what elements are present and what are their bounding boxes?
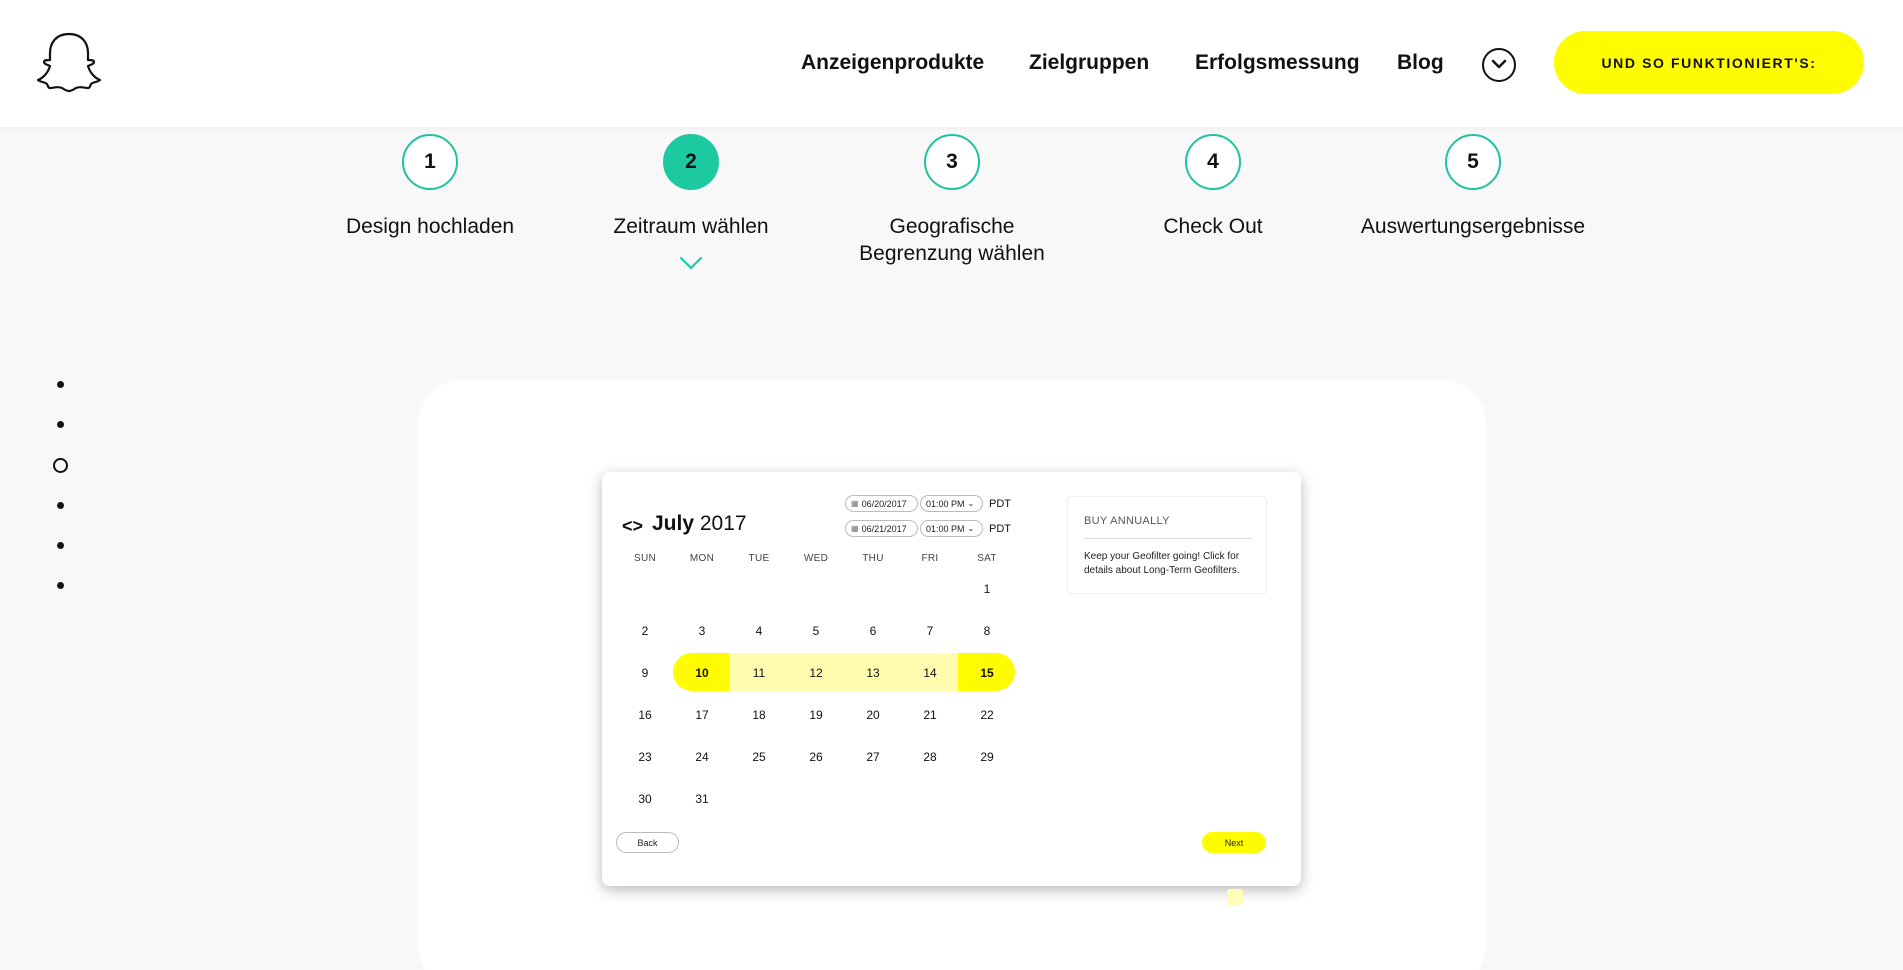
calendar-day[interactable]: 17 [682,705,722,725]
slide-dot[interactable] [57,582,64,589]
calendar-day[interactable]: 24 [682,747,722,767]
site-header: Anzeigenprodukte Zielgruppen Erfolgsmess… [0,0,1903,127]
weekday-tue: TUE [748,553,770,564]
weekday-wed: WED [803,553,829,564]
step-label: Check Out [1163,215,1263,238]
end-timezone: PDT [989,523,1011,535]
calendar-day[interactable]: 5 [796,621,836,641]
calendar-day[interactable]: 4 [739,621,779,641]
end-date-field[interactable]: ▦ 06/21/2017 [845,520,918,537]
chevron-down-icon: ⌄ [967,499,975,508]
calendar-day[interactable]: 2 [625,621,665,641]
slide-dot[interactable] [57,421,64,428]
step-number: 2 [663,134,719,190]
buy-annually-text: Keep your Geofilter going! Click for det… [1084,551,1240,576]
calendar-day[interactable]: 16 [625,705,665,725]
calendar-day[interactable]: 18 [739,705,779,725]
nav-erfolgsmessung[interactable]: Erfolgsmessung [1195,51,1360,75]
weekday-mon: MON [689,553,715,564]
calendar-day[interactable]: 20 [853,705,893,725]
start-timezone: PDT [989,498,1011,510]
end-time-value: 01:00 PM [926,523,965,534]
calendar-day[interactable]: 9 [625,663,665,683]
buy-annually-box[interactable]: BUY ANNUALLY Keep your Geofilter going! … [1067,496,1267,594]
nav-anzeigenprodukte[interactable]: Anzeigenprodukte [801,51,984,75]
calendar-day[interactable]: 13 [853,663,893,683]
step-label: Design hochladen [345,215,515,238]
calendar-day[interactable]: 15 [967,663,1007,683]
step-number: 3 [924,134,980,190]
calendar-day[interactable]: 8 [967,621,1007,641]
calendar-month: July [652,512,695,535]
calendar-day[interactable]: 7 [910,621,950,641]
end-date-value: 06/21/2017 [861,523,907,534]
calendar-day[interactable]: 23 [625,747,665,767]
step-number: 4 [1185,134,1241,190]
calendar-day[interactable]: 26 [796,747,836,767]
slide-dot-active[interactable] [53,458,68,473]
chevron-down-icon [679,256,703,270]
how-it-works-button[interactable]: UND SO FUNKTIONIERT'S: [1554,31,1864,94]
start-date-field[interactable]: ▦ 06/20/2017 [845,495,918,512]
step-number: 5 [1445,134,1501,190]
calendar-icon: ▦ [851,524,859,533]
calendar-day[interactable]: 22 [967,705,1007,725]
more-menu-button[interactable] [1482,48,1516,82]
step-number: 1 [402,134,458,190]
calendar-day[interactable]: 27 [853,747,893,767]
end-time-field[interactable]: 01:00 PM ⌄ [920,520,983,537]
calendar-day[interactable]: 31 [682,789,722,809]
buy-annually-title: BUY ANNUALLY [1084,515,1170,527]
nav-blog[interactable]: Blog [1397,51,1444,75]
weekday-sat: SAT [977,553,997,564]
slide-dot[interactable] [57,502,64,509]
step-label: Geografische Begrenzung wählen [859,215,1045,265]
calendar-day[interactable]: 14 [910,663,950,683]
calendar-day[interactable]: 28 [910,747,950,767]
calendar-day[interactable]: 10 [682,663,722,683]
cursor-highlight [1227,889,1243,905]
chevron-down-icon [1491,59,1507,69]
calendar-day[interactable]: 12 [796,663,836,683]
slide-dot[interactable] [57,542,64,549]
next-button[interactable]: Next [1202,832,1266,853]
start-time-value: 01:00 PM [926,498,965,509]
back-button[interactable]: Back [616,832,679,853]
calendar-mockup: <> July 2017 ▦ 06/20/2017 01:00 PM ⌄ PDT ▦… [602,472,1301,886]
calendar-day[interactable]: 19 [796,705,836,725]
calendar-day[interactable]: 30 [625,789,665,809]
weekday-fri: FRI [921,553,939,564]
step-label: Zeitraum wählen [613,215,769,238]
calendar-day[interactable]: 29 [967,747,1007,767]
weekday-thu: THU [862,553,884,564]
calendar-day[interactable]: 6 [853,621,893,641]
month-nav-arrows-icon[interactable]: <> [622,516,643,537]
calendar-day[interactable]: 21 [910,705,950,725]
calendar-month-title: July 2017 [652,512,747,536]
calendar-day[interactable]: 3 [682,621,722,641]
divider [1084,538,1252,539]
calendar-icon: ▦ [851,499,859,508]
step-label: Auswertungsergebnisse [1360,215,1586,238]
calendar-day[interactable]: 25 [739,747,779,767]
chevron-down-icon: ⌄ [967,524,975,533]
snapchat-ghost-logo[interactable] [36,31,102,93]
weekday-sun: SUN [633,553,656,564]
nav-zielgruppen[interactable]: Zielgruppen [1029,51,1149,75]
calendar-day[interactable]: 11 [739,663,779,683]
calendar-year: 2017 [699,512,747,535]
calendar-day[interactable]: 1 [967,579,1007,599]
start-date-value: 06/20/2017 [861,498,907,509]
start-time-field[interactable]: 01:00 PM ⌄ [920,495,983,512]
slide-dot[interactable] [57,381,64,388]
